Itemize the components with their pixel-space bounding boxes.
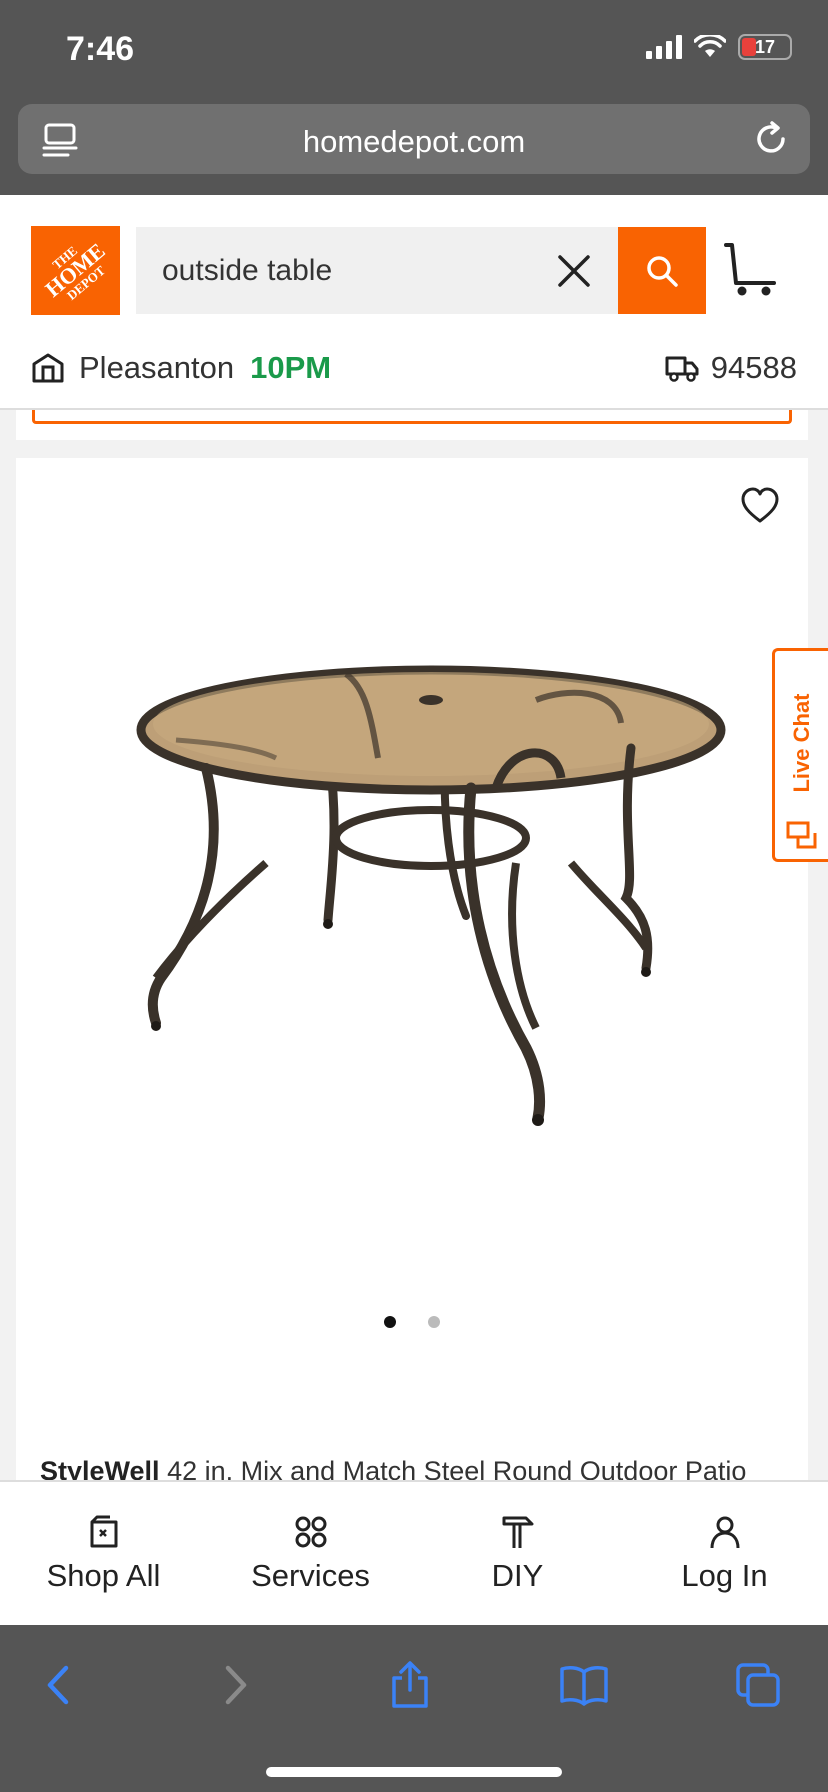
safari-toolbar	[0, 1625, 828, 1792]
home-depot-logo[interactable]: THE HOME DEPOT	[31, 226, 120, 315]
wifi-icon	[694, 35, 726, 57]
bookmarks-book-icon	[560, 1666, 608, 1706]
previous-card-edge	[16, 410, 808, 440]
bottom-navigation: Shop All Services DIY Log In	[0, 1480, 828, 1625]
battery-icon: 17	[738, 34, 792, 60]
previous-card-button-edge[interactable]	[32, 410, 792, 424]
nav-label: Shop All	[46, 1557, 161, 1593]
site-header: THE HOME DEPOT Pleasanton 10PM	[0, 195, 828, 410]
browser-url-area: homedepot.com	[0, 100, 828, 195]
shop-all-icon	[90, 1515, 117, 1547]
nav-log-in[interactable]: Log In	[621, 1482, 828, 1625]
tabs-icon	[736, 1663, 780, 1707]
nav-services[interactable]: Services	[207, 1482, 414, 1625]
cart-icon[interactable]	[722, 241, 778, 297]
nav-shop-all[interactable]: Shop All	[0, 1482, 207, 1625]
carousel-dot[interactable]	[428, 1316, 440, 1328]
store-hours: 10PM	[250, 350, 332, 385]
clear-search-icon[interactable]	[556, 253, 592, 289]
share-button[interactable]	[380, 1655, 440, 1715]
zip-code[interactable]: 94588	[711, 350, 797, 386]
nav-label: DIY	[491, 1557, 544, 1593]
share-icon	[392, 1661, 428, 1708]
logo-text: THE HOME DEPOT	[40, 237, 110, 303]
user-icon	[710, 1516, 739, 1548]
search-box	[136, 227, 618, 314]
back-button[interactable]	[28, 1655, 88, 1715]
product-card[interactable]: StyleWell 42 in. Mix and Match Steel Rou…	[16, 458, 808, 1498]
store-name[interactable]: Pleasanton	[79, 350, 234, 386]
product-image-round-patio-table[interactable]	[116, 648, 746, 1248]
status-icons: 17	[646, 34, 792, 60]
nav-label: Log In	[681, 1557, 768, 1593]
services-icon	[295, 1516, 326, 1547]
url-text[interactable]: homedepot.com	[18, 124, 810, 160]
bookmarks-button[interactable]	[554, 1655, 614, 1715]
chevron-right-icon	[225, 1665, 247, 1705]
cellular-signal-icon	[646, 35, 682, 59]
address-bar[interactable]: homedepot.com	[18, 104, 810, 174]
home-indicator	[266, 1767, 562, 1777]
nav-label: Services	[251, 1557, 370, 1593]
status-bar: 7:46 17	[0, 0, 828, 100]
battery-level: 17	[754, 37, 776, 57]
reload-icon[interactable]	[752, 120, 790, 158]
forward-button[interactable]	[206, 1655, 266, 1715]
store-icon[interactable]	[31, 352, 65, 384]
search-button[interactable]	[618, 227, 706, 314]
store-row: Pleasanton 10PM 94588	[31, 343, 797, 393]
live-chat-button[interactable]: Live Chat	[772, 648, 828, 862]
search-input[interactable]	[162, 227, 542, 314]
carousel-dot[interactable]	[384, 1316, 396, 1328]
diy-hammer-icon	[502, 1516, 533, 1548]
delivery-truck-icon	[665, 356, 699, 382]
tabs-button[interactable]	[728, 1655, 788, 1715]
chevron-left-icon	[47, 1665, 69, 1705]
favorite-heart-icon[interactable]	[740, 486, 780, 526]
image-carousel-dots	[16, 1316, 808, 1328]
chat-bubbles-icon	[786, 821, 817, 849]
delivery-zip[interactable]: 94588	[665, 350, 797, 386]
status-time: 7:46	[66, 30, 135, 68]
live-chat-label: Live Chat	[788, 693, 814, 793]
nav-diy[interactable]: DIY	[414, 1482, 621, 1625]
search-icon	[647, 255, 678, 287]
